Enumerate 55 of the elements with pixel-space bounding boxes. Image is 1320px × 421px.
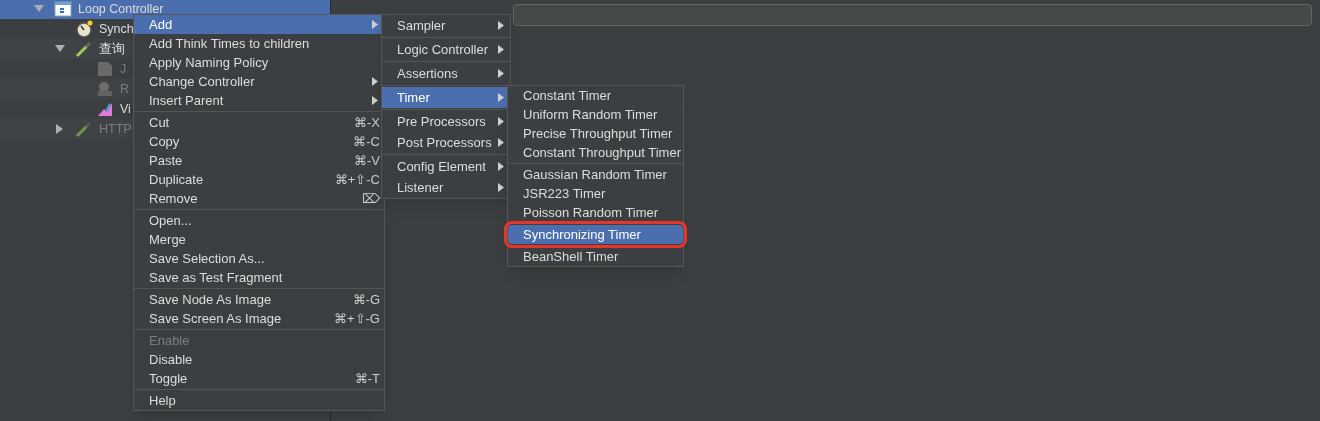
menu-item[interactable]: Paste ⌘-V <box>134 151 384 170</box>
menu-item[interactable]: BeanShell Timer <box>508 247 683 266</box>
menu-item[interactable]: Timer <box>382 87 510 108</box>
menu-item[interactable]: Apply Naming Policy <box>134 53 384 72</box>
menu-item[interactable]: Toggle ⌘-T <box>134 369 384 388</box>
pen-icon <box>75 120 93 138</box>
tree-node[interactable]: 查询 <box>99 39 125 59</box>
menu-item[interactable]: JSR223 Timer <box>508 184 683 203</box>
tree-node[interactable]: Synch <box>99 19 134 39</box>
submenu-arrow-icon <box>498 138 504 147</box>
loop-count-field[interactable] <box>513 4 1312 26</box>
menu-item[interactable]: Constant Throughput Timer <box>508 143 683 162</box>
submenu-arrow-icon <box>372 77 378 86</box>
menu-item[interactable]: Post Processors <box>382 132 510 153</box>
submenu-arrow-icon <box>498 93 504 102</box>
submenu-arrow-icon <box>372 20 378 29</box>
menu-item[interactable]: Insert Parent <box>134 91 384 110</box>
submenu-arrow-icon <box>498 69 504 78</box>
menu-item[interactable]: Assertions <box>382 63 510 84</box>
menu-item[interactable]: Pre Processors <box>382 111 510 132</box>
document-icon <box>54 1 72 17</box>
pen-icon <box>75 40 93 58</box>
submenu-arrow-icon <box>498 162 504 171</box>
menu-item[interactable]: Gaussian Random Timer <box>508 165 683 184</box>
submenu-arrow-icon <box>498 117 504 126</box>
menu-item[interactable]: Cut ⌘-X <box>134 113 384 132</box>
submenu-arrow-icon <box>372 96 378 105</box>
menu-item[interactable]: Open... <box>134 211 384 230</box>
expanded-arrow-icon[interactable] <box>55 45 65 53</box>
menu-item[interactable]: Copy ⌘-C <box>134 132 384 151</box>
submenu-arrow-icon <box>498 21 504 30</box>
stopwatch-icon <box>75 20 93 38</box>
menu-item[interactable]: Save Screen As Image ⌘+⇧-G <box>134 309 384 328</box>
menu-item[interactable]: Help <box>134 391 384 410</box>
menu-item[interactable]: Add <box>134 15 384 34</box>
submenu-arrow-icon <box>498 183 504 192</box>
menu-item[interactable]: Remove ⌦ <box>134 189 384 208</box>
menu-item[interactable]: Logic Controller <box>382 39 510 60</box>
menu-item[interactable]: Sampler <box>382 15 510 36</box>
menu-item[interactable]: Add Think Times to children <box>134 34 384 53</box>
tree-node[interactable]: Vi <box>120 99 131 119</box>
menu-item[interactable]: Precise Throughput Timer <box>508 124 683 143</box>
menu-item[interactable]: Save Node As Image ⌘-G <box>134 290 384 309</box>
menu-item[interactable]: Merge <box>134 230 384 249</box>
menu-item[interactable]: Poisson Random Timer <box>508 203 683 222</box>
menu-item[interactable]: Disable <box>134 350 384 369</box>
menu-item[interactable]: Listener <box>382 177 510 198</box>
menu-item[interactable]: Duplicate ⌘+⇧-C <box>134 170 384 189</box>
menu-item[interactable]: Save Selection As... <box>134 249 384 268</box>
menu-item[interactable]: Change Controller <box>134 72 384 91</box>
menu-item[interactable]: Constant Timer <box>508 86 683 105</box>
menu-item[interactable]: Save as Test Fragment <box>134 268 384 287</box>
menu-item[interactable]: Uniform Random Timer <box>508 105 683 124</box>
submenu-arrow-icon <box>498 45 504 54</box>
menu-item[interactable]: Config Element <box>382 156 510 177</box>
